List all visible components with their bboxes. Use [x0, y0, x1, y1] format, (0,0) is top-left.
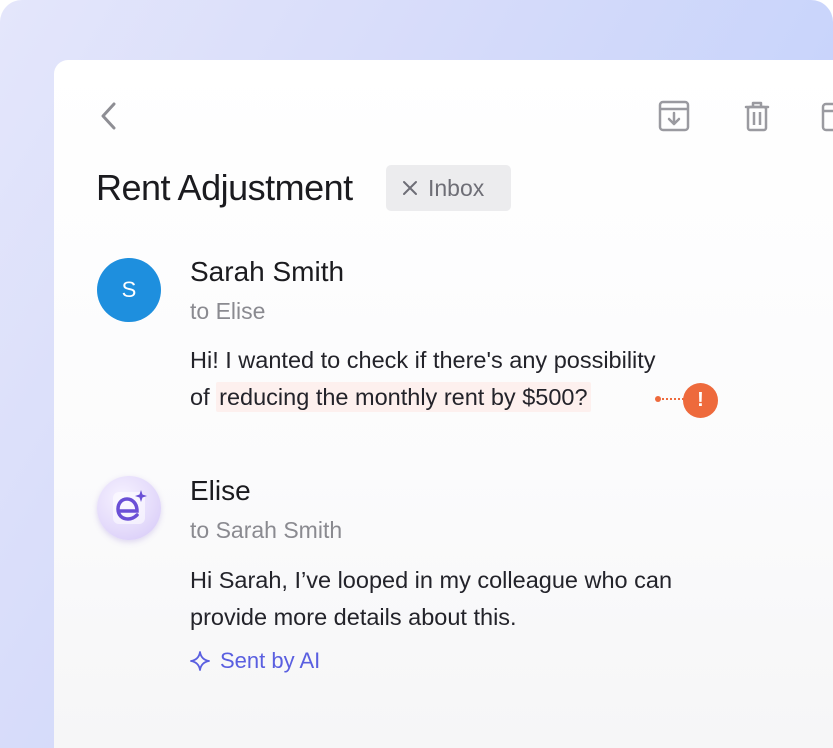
move-icon: [821, 102, 833, 132]
avatar-elise: [97, 476, 161, 540]
back-button[interactable]: [94, 98, 124, 134]
email-thread-panel: Rent Adjustment Inbox S Sarah Smith to E…: [54, 60, 833, 748]
sent-by-ai-tag: Sent by AI: [190, 648, 320, 674]
delete-button[interactable]: [740, 98, 774, 134]
message-body-text: of: [190, 384, 217, 410]
message-body-line: of reducing the monthly rent by $500?: [190, 382, 591, 412]
chevron-left-icon: [101, 102, 116, 130]
move-button[interactable]: [820, 98, 833, 134]
inbox-label-chip[interactable]: Inbox: [386, 165, 511, 211]
elise-logo-icon: [113, 490, 147, 524]
flag-connector-line: [658, 398, 684, 402]
label-chip-text: Inbox: [428, 174, 485, 201]
close-icon[interactable]: [402, 180, 418, 196]
flagged-text-highlight[interactable]: reducing the monthly rent by $500?: [216, 382, 591, 412]
trash-icon: [744, 101, 770, 132]
sender-name: Elise: [190, 475, 251, 506]
sender-name: Sarah Smith: [190, 256, 345, 287]
sparkle-icon: [190, 651, 210, 671]
recipient-line: to Elise: [190, 298, 266, 324]
avatar-sarah: S: [97, 258, 161, 322]
ai-tag-text: Sent by AI: [220, 648, 321, 673]
archive-icon: [658, 100, 690, 132]
message-body-line: Hi Sarah, I’ve looped in my colleague wh…: [190, 567, 673, 593]
thread-subject: Rent Adjustment: [96, 167, 353, 208]
exclamation-icon[interactable]: !: [683, 383, 718, 418]
recipient-line: to Sarah Smith: [190, 517, 343, 543]
message-body-line: Hi! I wanted to check if there's any pos…: [190, 347, 656, 373]
archive-button[interactable]: [657, 98, 691, 134]
message-body-line: provide more details about this.: [190, 604, 517, 630]
